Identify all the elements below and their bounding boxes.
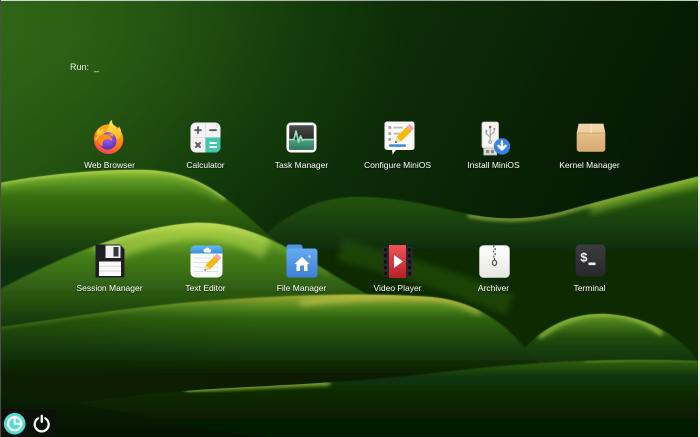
svg-text:$: $: [580, 251, 588, 266]
